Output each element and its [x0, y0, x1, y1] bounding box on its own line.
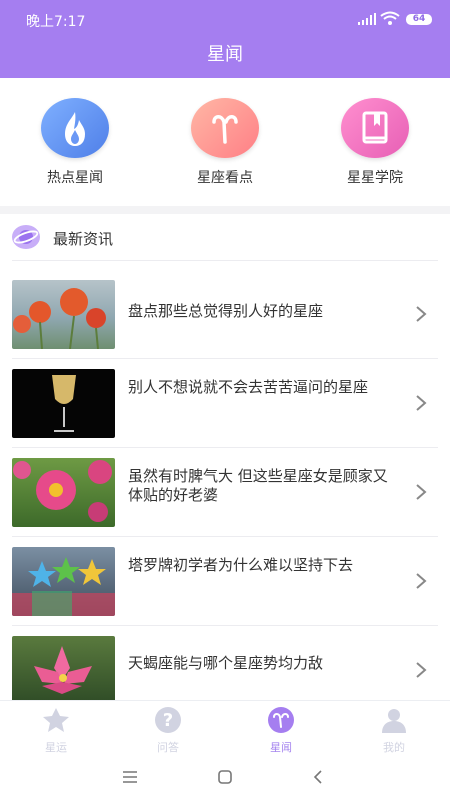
chevron-right-icon [416, 662, 427, 678]
tab-label: 问答 [157, 741, 179, 754]
shortcut-label: 热点星闻 [47, 170, 103, 186]
news-thumbnail [12, 547, 115, 616]
page-title: 星闻 [207, 44, 243, 65]
news-section-title: 最新资讯 [53, 230, 114, 248]
tab-label: 星闻 [270, 741, 292, 754]
news-item[interactable]: 盘点那些总觉得别人好的星座 [0, 260, 450, 349]
menu-icon[interactable] [122, 770, 138, 784]
top-header: 晚上7:17 64 星闻 [0, 0, 450, 78]
bottom-tab-bar: 星运 ? 问答 星闻 我的 [0, 700, 450, 755]
planet-icon [12, 225, 40, 249]
news-header: 最新资讯 [0, 214, 450, 260]
news-title: 盘点那些总觉得别人好的星座 [128, 302, 324, 320]
news-item[interactable]: 别人不想说就不会去苦苦逼问的星座 [0, 349, 450, 438]
shortcut-hot-news[interactable]: 热点星闻 [20, 98, 130, 187]
question-icon: ? [155, 707, 181, 733]
signal-icon [358, 13, 376, 25]
shortcut-label: 星座看点 [197, 170, 253, 186]
aries-icon [268, 707, 294, 733]
chevron-right-icon [416, 573, 427, 589]
news-item[interactable]: 虽然有时脾气大 但这些星座女是顾家又体贴的好老婆 [0, 438, 450, 527]
wifi-icon [380, 11, 400, 25]
flame-icon [41, 98, 109, 158]
book-icon [341, 98, 409, 158]
tab-mine[interactable]: 我的 [338, 705, 450, 755]
news-section: 最新资讯 盘点那些总觉得别人好的星座 别人不想说就不会去苦苦逼问的星座 虽然有时… [0, 214, 450, 700]
shortcut-constellation[interactable]: 星座看点 [170, 98, 280, 187]
tab-label: 我的 [383, 741, 405, 754]
chevron-right-icon [416, 306, 427, 322]
tab-qa[interactable]: ? 问答 [112, 705, 224, 755]
tab-star-fortune[interactable]: 星运 [0, 705, 112, 755]
shortcut-grid: 热点星闻 星座看点 星星学院 [0, 78, 450, 206]
tab-label: 星运 [45, 741, 67, 754]
news-title: 别人不想说就不会去苦苦逼问的星座 [128, 378, 369, 396]
tab-star-news[interactable]: 星闻 [225, 705, 337, 755]
news-thumbnail [12, 369, 115, 438]
shortcut-academy[interactable]: 星星学院 [320, 98, 430, 187]
status-bar: 晚上7:17 64 [0, 0, 450, 40]
user-icon [382, 709, 406, 733]
news-thumbnail [12, 458, 115, 527]
news-title: 虽然有时脾气大 但这些星座女是顾家又体贴的好老婆 [128, 467, 388, 504]
shortcut-label: 星星学院 [347, 170, 403, 186]
chevron-right-icon [416, 484, 427, 500]
system-nav-bar [0, 754, 450, 800]
news-title: 塔罗牌初学者为什么难以坚持下去 [128, 556, 354, 574]
home-icon[interactable] [217, 769, 233, 785]
aries-icon [191, 98, 259, 158]
back-icon[interactable] [312, 769, 324, 785]
news-thumbnail [12, 280, 115, 349]
news-item[interactable]: 天蝎座能与哪个星座势均力敌 [0, 616, 450, 700]
svg-text:?: ? [163, 710, 173, 731]
news-item[interactable]: 塔罗牌初学者为什么难以坚持下去 [0, 527, 450, 616]
battery-icon: 64 [406, 14, 432, 25]
news-title: 天蝎座能与哪个星座势均力敌 [128, 654, 324, 672]
news-thumbnail [12, 636, 115, 700]
star-icon [43, 708, 69, 732]
status-time: 晚上7:17 [26, 14, 86, 30]
chevron-right-icon [416, 395, 427, 411]
